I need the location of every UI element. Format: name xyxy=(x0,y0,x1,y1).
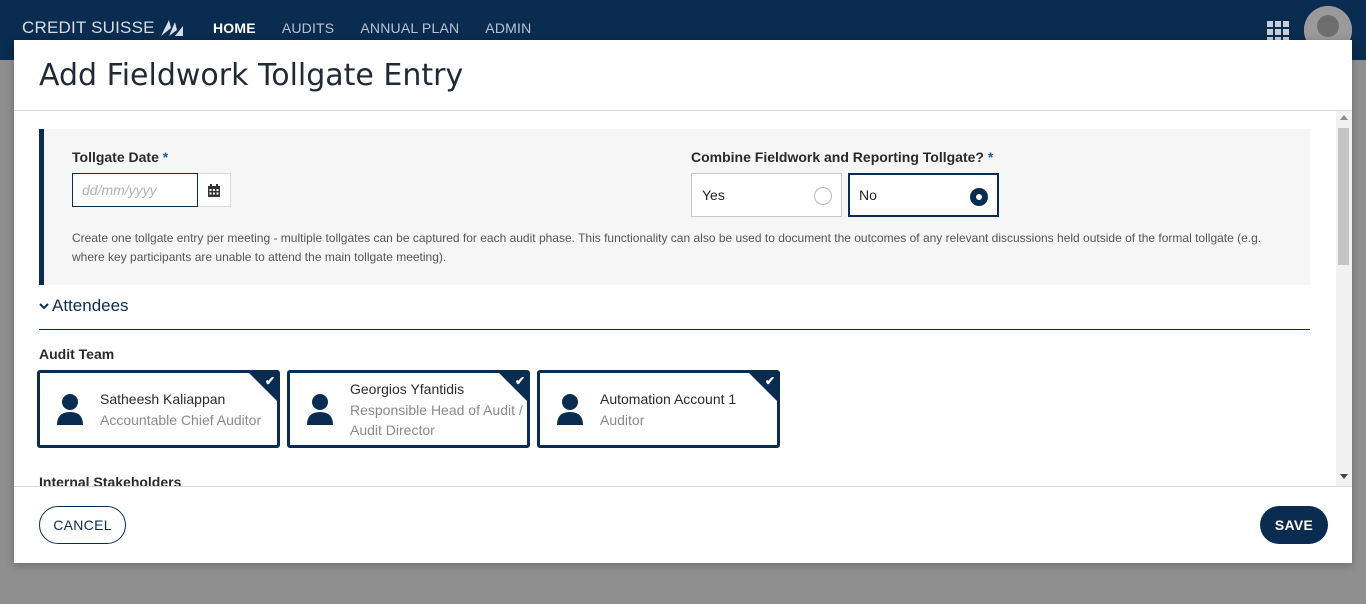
dialog-header: Add Fieldwork Tollgate Entry xyxy=(14,40,1352,111)
scroll-down-arrow-icon[interactable] xyxy=(1340,474,1348,479)
combine-tollgate-label: Combine Fieldwork and Reporting Tollgate… xyxy=(691,149,994,165)
calendar-icon[interactable] xyxy=(198,173,231,207)
nav-item-admin[interactable]: ADMIN xyxy=(485,20,531,36)
checkmark-icon: ✔ xyxy=(264,374,275,388)
attendee-role: Accountable Chief Auditor xyxy=(100,412,262,428)
option-label: No xyxy=(859,187,877,203)
chevron-down-icon xyxy=(39,303,49,310)
internal-stakeholders-label: Internal Stakeholders xyxy=(39,474,182,486)
dialog-scrollbar[interactable] xyxy=(1336,111,1352,486)
attendee-card[interactable]: ✔ Automation Account 1 Auditor xyxy=(537,370,780,448)
attendee-role: Auditor xyxy=(600,412,645,428)
nav-item-home[interactable]: HOME xyxy=(213,20,256,36)
audit-team-label: Audit Team xyxy=(39,346,115,362)
nav-item-audits[interactable]: AUDITS xyxy=(282,20,335,36)
checkmark-icon: ✔ xyxy=(764,374,775,388)
section-divider xyxy=(39,329,1310,330)
attendee-name: Georgios Yfantidis xyxy=(350,381,465,397)
brand-logo[interactable]: CREDIT SUISSE xyxy=(22,18,185,38)
attendee-role: Responsible Head of Audit / Audit Direct… xyxy=(350,402,523,438)
tollgate-help-text: Create one tollgate entry per meeting - … xyxy=(72,231,1262,264)
cancel-button[interactable]: CANCEL xyxy=(39,506,126,544)
radio-selected-icon xyxy=(970,188,988,206)
attendees-title: Attendees xyxy=(52,296,129,315)
dialog-title: Add Fieldwork Tollgate Entry xyxy=(39,58,464,93)
option-label: Yes xyxy=(702,187,725,203)
tollgate-info-panel: Tollgate Date * dd/mm/yyyy Combine Field… xyxy=(39,129,1310,285)
dialog-body: Tollgate Date * dd/mm/yyyy Combine Field… xyxy=(14,111,1352,486)
required-mark: * xyxy=(987,149,994,165)
required-mark: * xyxy=(162,149,169,165)
person-icon xyxy=(57,394,83,425)
attendee-name: Automation Account 1 xyxy=(600,391,737,407)
dialog-footer: CANCEL SAVE xyxy=(14,486,1352,563)
brand-name: CREDIT SUISSE xyxy=(22,18,155,37)
save-button[interactable]: SAVE xyxy=(1260,506,1328,544)
nav-item-annual-plan[interactable]: ANNUAL PLAN xyxy=(360,20,459,36)
combine-yes-option[interactable]: Yes xyxy=(691,173,842,217)
add-tollgate-dialog: Add Fieldwork Tollgate Entry Tollgate Da… xyxy=(14,40,1352,563)
attendees-section-toggle[interactable]: Attendees xyxy=(39,296,129,316)
sails-logo-icon xyxy=(160,20,183,36)
tollgate-date-label: Tollgate Date * xyxy=(72,149,169,165)
main-nav: HOME AUDITS ANNUAL PLAN ADMIN xyxy=(213,20,531,36)
attendee-card[interactable]: ✔ Satheesh Kaliappan Accountable Chief A… xyxy=(37,370,280,448)
attendee-name: Satheesh Kaliappan xyxy=(100,391,226,407)
combine-no-option[interactable]: No xyxy=(848,173,999,217)
person-icon xyxy=(557,394,583,425)
scrollbar-thumb[interactable] xyxy=(1338,128,1349,265)
tollgate-date-input[interactable]: dd/mm/yyyy xyxy=(72,173,198,207)
checkmark-icon: ✔ xyxy=(514,374,525,388)
person-icon xyxy=(307,394,333,425)
attendee-card[interactable]: ✔ Georgios Yfantidis Responsible Head of… xyxy=(287,370,530,448)
radio-unselected-icon xyxy=(814,187,832,205)
scroll-up-arrow-icon[interactable] xyxy=(1340,115,1348,120)
